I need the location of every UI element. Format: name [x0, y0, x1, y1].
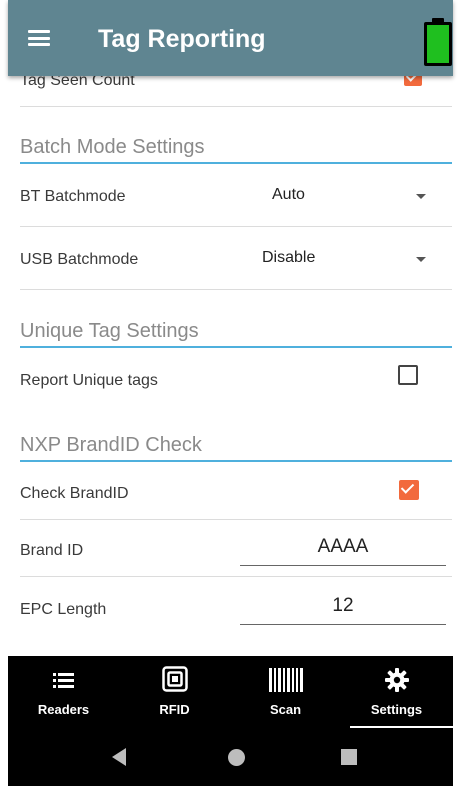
section-underline — [20, 460, 452, 462]
report-unique-tags-checkbox[interactable] — [398, 365, 418, 385]
tag-seen-count-checkbox[interactable] — [404, 76, 422, 86]
section-title-nxp-brandid: NXP BrandID Check — [20, 434, 202, 456]
bottom-navigation: Readers RFID Scan Settings — [8, 656, 453, 728]
system-navigation-bar — [8, 728, 453, 786]
app-title: Tag Reporting — [98, 25, 266, 53]
check-brandid-row[interactable]: Check BrandID — [20, 480, 452, 518]
tag-seen-count-row[interactable]: Tag Seen Count — [20, 76, 452, 102]
nav-scan-label: Scan — [269, 702, 302, 717]
divider — [20, 519, 452, 520]
section-title-batch-mode: Batch Mode Settings — [20, 136, 205, 158]
usb-batchmode-value: Disable — [262, 249, 316, 266]
divider — [20, 576, 452, 577]
report-unique-tags-label: Report Unique tags — [20, 372, 158, 389]
bt-batchmode-row: BT Batchmode Auto — [20, 184, 452, 224]
divider — [20, 289, 452, 290]
brand-id-row: Brand ID AAAA — [20, 532, 452, 572]
divider — [20, 106, 452, 107]
nav-settings-label: Settings — [370, 702, 423, 717]
hamburger-menu-icon[interactable] — [28, 30, 50, 46]
nav-readers[interactable]: Readers — [8, 656, 119, 728]
barcode-icon — [268, 668, 303, 692]
nav-scan[interactable]: Scan — [230, 656, 341, 728]
nav-settings[interactable]: Settings — [341, 656, 452, 728]
bt-batchmode-dropdown[interactable]: Auto — [260, 178, 452, 212]
brand-id-label: Brand ID — [20, 542, 84, 559]
gear-icon — [384, 668, 409, 692]
brand-id-value: AAAA — [317, 536, 369, 557]
bt-batchmode-value: Auto — [272, 186, 305, 203]
epc-length-value: 12 — [332, 595, 354, 616]
usb-batchmode-row: USB Batchmode Disable — [20, 247, 452, 287]
epc-length-row: EPC Length 12 — [20, 591, 452, 631]
phone-screen: Tag Reporting Tag Seen Count Batch Mode … — [8, 0, 453, 786]
recent-square-icon[interactable] — [341, 749, 357, 765]
dropdown-arrow-icon — [416, 257, 426, 262]
nav-readers-label: Readers — [37, 702, 90, 717]
section-underline — [20, 346, 452, 348]
epc-length-field[interactable]: 12 — [240, 591, 446, 625]
nav-rfid[interactable]: RFID — [119, 656, 230, 728]
section-underline — [20, 162, 452, 164]
check-brandid-label: Check BrandID — [20, 485, 129, 502]
section-title-unique-tag: Unique Tag Settings — [20, 320, 199, 342]
brand-id-field[interactable]: AAAA — [240, 532, 446, 566]
settings-content[interactable]: Tag Seen Count Batch Mode Settings BT Ba… — [8, 76, 453, 656]
battery-full-icon — [424, 18, 452, 66]
report-unique-tags-row[interactable]: Report Unique tags — [20, 365, 452, 405]
bt-batchmode-label: BT Batchmode — [20, 188, 126, 205]
usb-batchmode-label: USB Batchmode — [20, 251, 139, 268]
list-icon — [52, 673, 74, 688]
home-circle-icon[interactable] — [228, 749, 245, 766]
divider — [20, 226, 452, 227]
nav-rfid-label: RFID — [159, 702, 190, 717]
usb-batchmode-dropdown[interactable]: Disable — [260, 241, 452, 275]
rfid-tag-icon — [161, 666, 188, 692]
dropdown-arrow-icon — [416, 194, 426, 199]
epc-length-label: EPC Length — [20, 601, 107, 618]
tag-seen-count-label: Tag Seen Count — [20, 76, 135, 89]
app-bar: Tag Reporting — [8, 0, 453, 76]
check-brandid-checkbox[interactable] — [399, 480, 419, 500]
back-triangle-icon[interactable] — [112, 748, 126, 766]
